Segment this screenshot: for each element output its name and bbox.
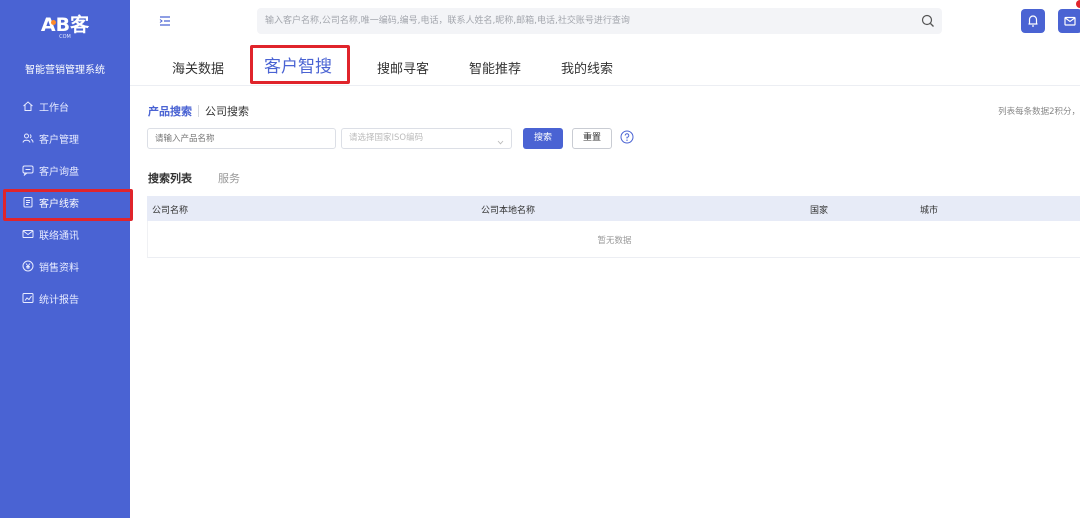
logo-dot [51,20,56,25]
sidebar-item-communication[interactable]: 联络通讯 [0,218,130,250]
global-search-input[interactable] [265,8,905,34]
search-icon[interactable] [920,13,936,29]
unread-badge [1076,0,1080,8]
list-tabs: 搜索列表 服务 [148,170,240,186]
sidebar-item-workbench[interactable]: 工作台 [0,90,130,122]
column-local-company-name: 公司本地名称 [481,206,536,216]
yen-icon [22,260,34,272]
column-country: 国家 [810,206,829,216]
tab-service[interactable]: 服务 [218,170,240,186]
country-select-placeholder: 请选择国家ISO编码 [349,133,424,143]
sidebar-item-label: 工作台 [39,102,69,114]
chat-icon [22,164,34,176]
column-city: 城市 [920,206,939,216]
help-icon[interactable] [620,129,634,144]
annotation-highlight [250,45,350,84]
reset-button[interactable]: 重置 [572,128,612,149]
sidebar-item-inquiries[interactable]: 客户询盘 [0,154,130,186]
chevron-down-icon [497,135,504,145]
sidebar-item-reports[interactable]: 统计报告 [0,282,130,314]
country-iso-select[interactable]: 请选择国家ISO编码 [341,128,512,149]
search-button[interactable]: 搜索 [523,128,563,149]
tab-my-leads[interactable]: 我的线索 [561,58,613,77]
sidebar-item-label: 客户线索 [39,198,79,210]
system-name: 智能营销管理系统 [25,65,105,76]
table-header: 公司名称 公司本地名称 国家 城市 [147,196,1080,221]
home-icon [22,100,34,112]
envelope-icon [1058,16,1080,37]
sidebar-item-sales-materials[interactable]: 销售资料 [0,250,130,282]
tab-email-search[interactable]: 搜邮寻客 [377,58,429,77]
sidebar-item-label: 销售资料 [39,262,79,274]
sidebar-item-customers[interactable]: 客户管理 [0,122,130,154]
search-mode-tabs: 产品搜索 公司搜索 [148,103,249,119]
chart-icon [22,292,34,304]
sidebar-item-label: 客户询盘 [39,166,79,178]
tab-product-search[interactable]: 产品搜索 [148,103,192,119]
mail-icon [22,228,34,240]
logo-sub: COM [59,34,71,40]
tab-recommendations[interactable]: 智能推荐 [469,58,521,77]
bell-icon [1021,15,1045,37]
clipboard-icon [22,196,34,208]
sidebar-nav: 工作台 客户管理 客户询盘 客户线索 联络通讯 销售资料 统计报告 [0,90,133,314]
notification-button[interactable] [1021,9,1045,33]
results-table: 公司名称 公司本地名称 国家 城市 暂无数据 [147,196,1080,258]
sidebar-item-label: 客户管理 [39,134,79,146]
divider [198,105,199,117]
column-company-name: 公司名称 [152,206,189,216]
sidebar-item-label: 统计报告 [39,294,79,306]
points-hint: 列表每条数据2积分， [998,107,1080,117]
tab-search-list[interactable]: 搜索列表 [148,170,192,186]
tab-customs-data[interactable]: 海关数据 [172,58,224,77]
table-body: 暂无数据 [147,221,1080,258]
topbar [130,0,1080,42]
sidebar-item-leads[interactable]: 客户线索 [0,186,133,221]
sidebar: AB客 COM 智能营销管理系统 工作台 客户管理 客户询盘 客户线索 联络通讯… [0,0,133,518]
menu-toggle-icon[interactable] [158,13,172,27]
app-root: AB客 COM 智能营销管理系统 工作台 客户管理 客户询盘 客户线索 联络通讯… [0,0,1080,518]
empty-state: 暂无数据 [597,236,632,246]
sidebar-item-label: 联络通讯 [39,230,79,242]
global-search [257,8,942,34]
users-icon [22,132,34,144]
product-name-input[interactable] [147,128,336,149]
tab-company-search[interactable]: 公司搜索 [205,103,249,119]
logo-text: AB客 [40,14,90,36]
module-tabs: 海关数据 客户智搜 搜邮寻客 智能推荐 我的线索 [130,42,1080,86]
logo: AB客 COM [0,14,130,54]
messages-button[interactable] [1058,9,1080,33]
